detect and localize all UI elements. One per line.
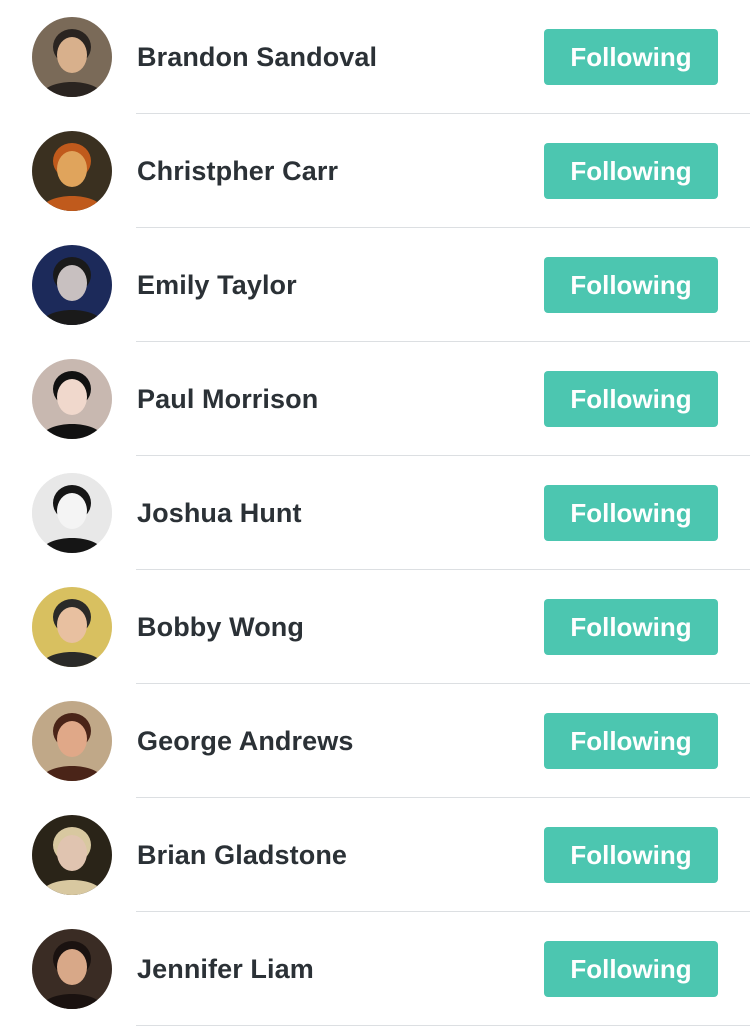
avatar-image bbox=[32, 701, 112, 781]
user-row: Brandon Sandoval Following bbox=[0, 0, 750, 114]
user-name[interactable]: George Andrews bbox=[137, 684, 353, 798]
avatar-image bbox=[32, 131, 112, 211]
user-name[interactable]: Bobby Wong bbox=[137, 570, 304, 684]
user-avatar-icon[interactable] bbox=[32, 17, 112, 97]
user-row: George Andrews Following bbox=[0, 684, 750, 798]
following-button[interactable]: Following bbox=[544, 599, 718, 655]
following-button[interactable]: Following bbox=[544, 941, 718, 997]
user-name[interactable]: Emily Taylor bbox=[137, 228, 297, 342]
user-avatar-icon[interactable] bbox=[32, 587, 112, 667]
user-avatar-icon[interactable] bbox=[32, 245, 112, 325]
following-list: Brandon Sandoval Following Christpher Ca… bbox=[0, 0, 750, 1026]
user-name[interactable]: Brian Gladstone bbox=[137, 798, 347, 912]
following-button[interactable]: Following bbox=[544, 485, 718, 541]
user-avatar-icon[interactable] bbox=[32, 359, 112, 439]
following-button[interactable]: Following bbox=[544, 257, 718, 313]
following-button[interactable]: Following bbox=[544, 827, 718, 883]
user-name[interactable]: Joshua Hunt bbox=[137, 456, 302, 570]
user-row: Paul Morrison Following bbox=[0, 342, 750, 456]
following-button[interactable]: Following bbox=[544, 371, 718, 427]
avatar-image bbox=[32, 473, 112, 553]
avatar-image bbox=[32, 359, 112, 439]
user-row: Emily Taylor Following bbox=[0, 228, 750, 342]
user-name[interactable]: Paul Morrison bbox=[137, 342, 318, 456]
avatar-image bbox=[32, 929, 112, 1009]
user-avatar-icon[interactable] bbox=[32, 473, 112, 553]
user-name[interactable]: Brandon Sandoval bbox=[137, 0, 377, 114]
user-avatar-icon[interactable] bbox=[32, 815, 112, 895]
user-name[interactable]: Christpher Carr bbox=[137, 114, 338, 228]
user-row: Bobby Wong Following bbox=[0, 570, 750, 684]
user-avatar-icon[interactable] bbox=[32, 131, 112, 211]
user-row: Joshua Hunt Following bbox=[0, 456, 750, 570]
avatar-image bbox=[32, 17, 112, 97]
following-button[interactable]: Following bbox=[544, 29, 718, 85]
user-name[interactable]: Jennifer Liam bbox=[137, 912, 314, 1026]
user-row: Brian Gladstone Following bbox=[0, 798, 750, 912]
user-row: Christpher Carr Following bbox=[0, 114, 750, 228]
user-row: Jennifer Liam Following bbox=[0, 912, 750, 1026]
following-button[interactable]: Following bbox=[544, 713, 718, 769]
user-avatar-icon[interactable] bbox=[32, 929, 112, 1009]
avatar-image bbox=[32, 815, 112, 895]
avatar-image bbox=[32, 245, 112, 325]
following-button[interactable]: Following bbox=[544, 143, 718, 199]
user-avatar-icon[interactable] bbox=[32, 701, 112, 781]
avatar-image bbox=[32, 587, 112, 667]
